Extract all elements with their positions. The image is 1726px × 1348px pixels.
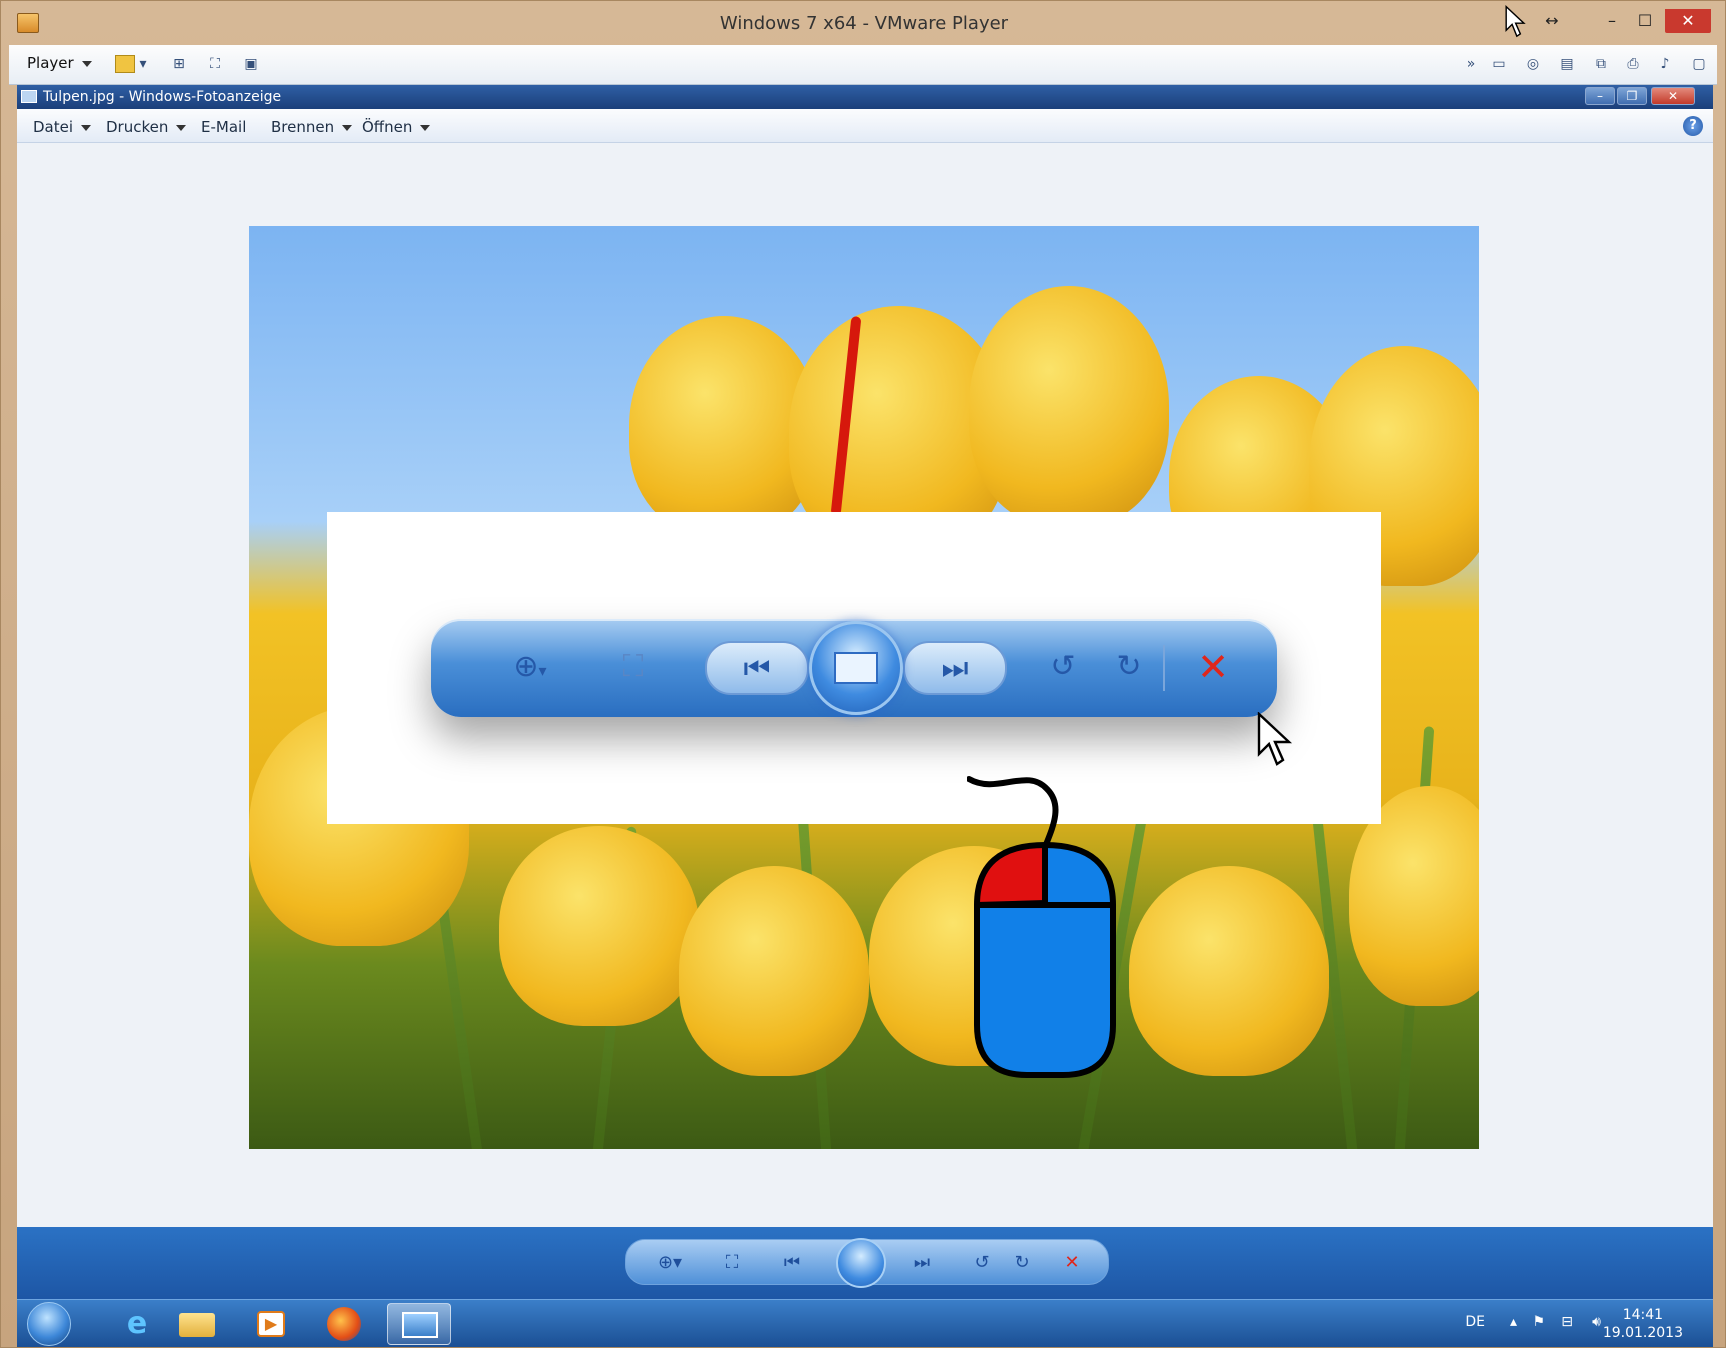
actual-size-icon[interactable]: ⛶ xyxy=(716,1248,748,1278)
menu-label: Drucken xyxy=(106,118,169,136)
action-center-flag-icon[interactable]: ⚑ xyxy=(1532,1314,1545,1330)
fullscreen-icon[interactable]: ⛶ xyxy=(205,55,225,73)
mouse-cursor-icon xyxy=(1257,712,1293,766)
previous-icon[interactable]: ⏮ xyxy=(776,1248,808,1278)
viewer-bottom-bar: ⊕▾ ⛶ ⏮ ⏭ ↺ ↻ ✕ xyxy=(17,1227,1713,1299)
photo-viewer-menubar: Datei Drucken E-Mail Brennen Öffnen ? xyxy=(17,109,1713,143)
mouse-illustration-icon xyxy=(967,776,1116,1078)
vm-toolbar: Player ▾ ⊞ ⛶ ▣ » ▭ ◎ ▤ ⧉ ⎙ ♪ ▢ xyxy=(9,45,1717,85)
rotate-counterclockwise-icon[interactable]: ↺ xyxy=(1035,639,1091,695)
slideshow-button[interactable] xyxy=(809,621,903,715)
viewer-restore-button[interactable]: ❐ xyxy=(1617,87,1647,105)
slideshow-icon xyxy=(834,652,878,684)
network-adapter-icon[interactable]: ⧉ xyxy=(1591,55,1611,73)
player-menu-label: Player xyxy=(27,54,74,72)
menu-label: Öffnen xyxy=(362,118,413,136)
viewer-toolbar: ⊕▾ ⛶ ⏮ ⏭ ↺ ↻ ✕ xyxy=(625,1238,1109,1288)
vmware-player-window: Windows 7 x64 - VMware Player ↔ – ☐ ✕ Pl… xyxy=(0,0,1726,1348)
tulip xyxy=(679,866,869,1076)
chevron-down-icon xyxy=(81,124,92,131)
firefox-icon[interactable] xyxy=(313,1303,377,1345)
more-icon[interactable]: » xyxy=(1461,55,1481,73)
clock-time: 14:41 xyxy=(1622,1307,1664,1323)
volume-icon[interactable]: 🔊︎ xyxy=(1592,1314,1601,1330)
rotate-counterclockwise-icon[interactable]: ↺ xyxy=(966,1248,998,1278)
windows-taskbar: e ▶ DE ▴ ⚑ ⊟ 🔊︎ 14:41 19.01.2013 xyxy=(17,1299,1713,1347)
explorer-folder-icon[interactable] xyxy=(165,1303,229,1345)
harddisk-icon[interactable]: ▭ xyxy=(1489,55,1509,73)
help-icon[interactable]: ? xyxy=(1683,116,1703,136)
close-button[interactable]: ✕ xyxy=(1665,9,1711,33)
viewer-close-button[interactable]: ✕ xyxy=(1651,87,1695,105)
printer-icon[interactable]: ⎙ xyxy=(1623,55,1643,73)
tulip xyxy=(1129,866,1329,1076)
network-icon[interactable]: ⊞ xyxy=(169,55,189,73)
vm-titlebar: Windows 7 x64 - VMware Player ↔ – ☐ ✕ xyxy=(1,1,1726,45)
menu-label: Brennen xyxy=(271,118,335,136)
previous-button[interactable]: ⏮ xyxy=(705,641,809,695)
menu-oeffnen[interactable]: Öffnen xyxy=(362,118,431,136)
chevron-down-icon xyxy=(420,124,431,131)
start-button[interactable] xyxy=(27,1302,71,1346)
photo-viewer-title: Tulpen.jpg - Windows-Fotoanzeige xyxy=(43,89,282,105)
sound-icon[interactable]: ♪ xyxy=(1655,55,1675,73)
minimize-button[interactable]: – xyxy=(1596,9,1628,33)
guest-desktop: Tulpen.jpg - Windows-Fotoanzeige – ❐ ✕ D… xyxy=(17,85,1713,1347)
next-icon: ⏭ xyxy=(941,651,969,686)
slideshow-button[interactable] xyxy=(836,1238,886,1288)
cd-icon[interactable]: ◎ xyxy=(1523,55,1543,73)
clock-date: 19.01.2013 xyxy=(1602,1325,1683,1341)
menu-label: Datei xyxy=(33,118,74,136)
rotate-clockwise-icon[interactable]: ↻ xyxy=(1101,639,1157,695)
clock[interactable]: 14:41 19.01.2013 xyxy=(1603,1306,1683,1342)
zoom-icon[interactable]: ⊕▾ xyxy=(648,1248,692,1278)
menu-label: E-Mail xyxy=(201,118,247,136)
network-icon[interactable]: ⊟ xyxy=(1561,1314,1573,1330)
maximize-button[interactable]: ☐ xyxy=(1629,9,1661,33)
chevron-down-icon xyxy=(342,124,353,131)
chevron-down-icon xyxy=(176,124,187,131)
delete-icon[interactable]: ✕ xyxy=(1056,1248,1088,1278)
zoomed-toolbar-panel: ⊕▾ ⛶ ⏮ ⏭ ↺ ↻ ✕ xyxy=(327,512,1381,824)
pause-icon[interactable] xyxy=(115,55,135,73)
enlarged-viewer-toolbar: ⊕▾ ⛶ ⏮ ⏭ ↺ ↻ ✕ xyxy=(431,619,1277,717)
next-button[interactable]: ⏭ xyxy=(903,641,1007,695)
floppy-icon[interactable]: ▤ xyxy=(1557,55,1577,73)
tulip xyxy=(969,286,1169,526)
toolbar-separator xyxy=(1163,645,1165,691)
player-menu[interactable]: Player xyxy=(27,54,92,72)
unity-icon[interactable]: ▣ xyxy=(241,55,261,73)
chevron-down-icon xyxy=(81,60,92,67)
menu-email[interactable]: E-Mail xyxy=(201,118,246,136)
zoom-in-icon[interactable]: ⊕▾ xyxy=(495,639,565,695)
menu-drucken[interactable]: Drucken xyxy=(106,118,187,136)
vm-window-title: Windows 7 x64 - VMware Player xyxy=(719,13,1009,34)
message-icon[interactable]: ▢ xyxy=(1689,55,1709,73)
media-player-icon[interactable]: ▶ xyxy=(239,1303,303,1345)
tray-expand-icon[interactable]: ▴ xyxy=(1510,1314,1517,1330)
mouse-cursor-icon xyxy=(1505,5,1526,38)
photo-viewer-icon xyxy=(21,90,37,103)
rotate-clockwise-icon[interactable]: ↻ xyxy=(1006,1248,1038,1278)
internet-explorer-icon[interactable]: e xyxy=(105,1303,169,1345)
language-indicator[interactable]: DE xyxy=(1465,1314,1485,1330)
menu-brennen[interactable]: Brennen xyxy=(271,118,353,136)
photo-viewer-taskbar-icon[interactable] xyxy=(387,1303,451,1345)
photo-viewer-titlebar: Tulpen.jpg - Windows-Fotoanzeige – ❐ ✕ xyxy=(17,85,1713,109)
tulip xyxy=(499,826,699,1026)
previous-icon: ⏮ xyxy=(743,651,771,686)
resize-icon[interactable]: ↔ xyxy=(1536,9,1568,33)
menu-datei[interactable]: Datei xyxy=(33,118,92,136)
viewer-minimize-button[interactable]: – xyxy=(1585,87,1615,105)
actual-size-icon[interactable]: ⛶ xyxy=(605,639,661,695)
next-icon[interactable]: ⏭ xyxy=(906,1248,938,1278)
delete-icon[interactable]: ✕ xyxy=(1183,639,1243,695)
chevron-down-icon[interactable]: ▾ xyxy=(137,55,149,73)
